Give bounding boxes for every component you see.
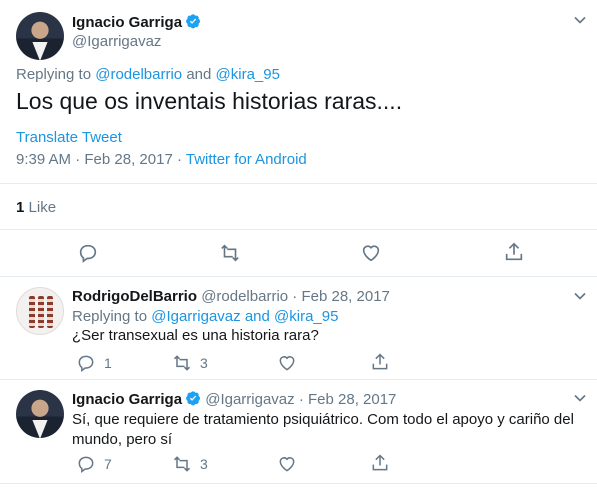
reply-handle[interactable]: @rodelbarrio: [201, 288, 288, 305]
reply-header: Ignacio Garriga @Igarrigavaz · Feb 28, 2…: [72, 390, 396, 408]
reply-text-line: mundo, pero sí: [72, 431, 173, 448]
author-line: Ignacio Garriga: [72, 13, 201, 32]
retweet-icon: [173, 456, 191, 472]
reply-display-name[interactable]: Ignacio Garriga: [72, 391, 182, 408]
chevron-down-icon[interactable]: [570, 388, 590, 408]
replier-avatar[interactable]: [16, 287, 64, 335]
reply-text: Sí, que requiere de tratamiento psiquiát…: [72, 410, 574, 450]
reply-mention-link[interactable]: @kira_95: [216, 66, 280, 83]
tweet-text: Los que os inventais historias raras....: [16, 88, 403, 114]
replying-prefix: Replying to: [16, 66, 92, 83]
reply-mention-link[interactable]: @Igarrigavaz: [151, 308, 240, 325]
divider: [0, 183, 597, 184]
author-avatar[interactable]: [16, 390, 64, 438]
reply-header: RodrigoDelBarrio @rodelbarrio · Feb 28, …: [72, 288, 390, 305]
separator-dot: ·: [176, 151, 182, 168]
separator-dot: ·: [298, 391, 304, 408]
share-icon[interactable]: [370, 352, 390, 372]
like-label: Like: [28, 199, 57, 216]
reply-mention-link[interactable]: @rodelbarrio: [95, 66, 182, 83]
replying-to: Replying to @Igarrigavaz and @kira_95: [72, 308, 338, 325]
chevron-down-icon[interactable]: [570, 10, 590, 30]
author-display-name[interactable]: Ignacio Garriga: [72, 14, 182, 31]
retweet-count: 3: [200, 355, 208, 371]
reply-icon: [78, 355, 94, 372]
avatar-bars-graphic: [29, 296, 53, 328]
retweet-action[interactable]: 3: [172, 454, 208, 474]
author-handle[interactable]: @Igarrigavaz: [72, 33, 161, 50]
divider: [0, 276, 597, 277]
divider: [0, 379, 597, 380]
separator-dot: ·: [292, 288, 298, 305]
heart-icon[interactable]: [360, 242, 382, 264]
replying-and: and: [244, 308, 270, 325]
translate-tweet-link[interactable]: Translate Tweet: [16, 129, 122, 146]
reply-count: 1: [104, 355, 112, 371]
reply-count: 7: [104, 456, 112, 472]
separator-dot: ·: [75, 151, 81, 168]
reply-icon: [78, 456, 94, 473]
like-stats[interactable]: 1 Like: [16, 199, 56, 216]
retweet-icon[interactable]: [219, 242, 241, 264]
like-count: 1: [16, 199, 25, 216]
reply-handle[interactable]: @Igarrigavaz: [205, 391, 294, 408]
reply-date[interactable]: Feb 28, 2017: [301, 288, 389, 305]
heart-icon[interactable]: [277, 454, 297, 474]
reply-icon[interactable]: [77, 242, 99, 264]
share-icon[interactable]: [370, 453, 390, 473]
retweet-action[interactable]: 3: [172, 353, 208, 373]
verified-badge-icon: [186, 391, 201, 406]
replying-to: Replying to @rodelbarrio and @kira_95: [16, 66, 280, 83]
replying-and: and: [186, 66, 212, 83]
verified-badge-icon: [186, 14, 201, 29]
heart-icon[interactable]: [277, 353, 297, 373]
chevron-down-icon[interactable]: [570, 286, 590, 306]
retweet-icon: [173, 355, 191, 371]
retweet-count: 3: [200, 456, 208, 472]
reply-display-name[interactable]: RodrigoDelBarrio: [72, 288, 197, 305]
reply-date[interactable]: Feb 28, 2017: [308, 391, 396, 408]
divider: [0, 229, 597, 230]
tweet-date[interactable]: Feb 28, 2017: [84, 151, 172, 168]
author-avatar[interactable]: [16, 12, 64, 60]
divider: [0, 483, 597, 484]
tweet-source[interactable]: Twitter for Android: [186, 151, 307, 168]
tweet-time[interactable]: 9:39 AM: [16, 151, 71, 168]
reply-mention-link[interactable]: @kira_95: [274, 308, 338, 325]
replying-prefix: Replying to: [72, 308, 148, 325]
reply-text: ¿Ser transexual es una historia rara?: [72, 327, 319, 344]
tweet-timestamp: 9:39 AM · Feb 28, 2017 · Twitter for And…: [16, 151, 307, 168]
reply-text-line: Sí, que requiere de tratamiento psiquiát…: [72, 411, 574, 428]
share-icon[interactable]: [503, 241, 525, 263]
reply-action[interactable]: 1: [76, 353, 112, 373]
reply-action[interactable]: 7: [76, 454, 112, 474]
